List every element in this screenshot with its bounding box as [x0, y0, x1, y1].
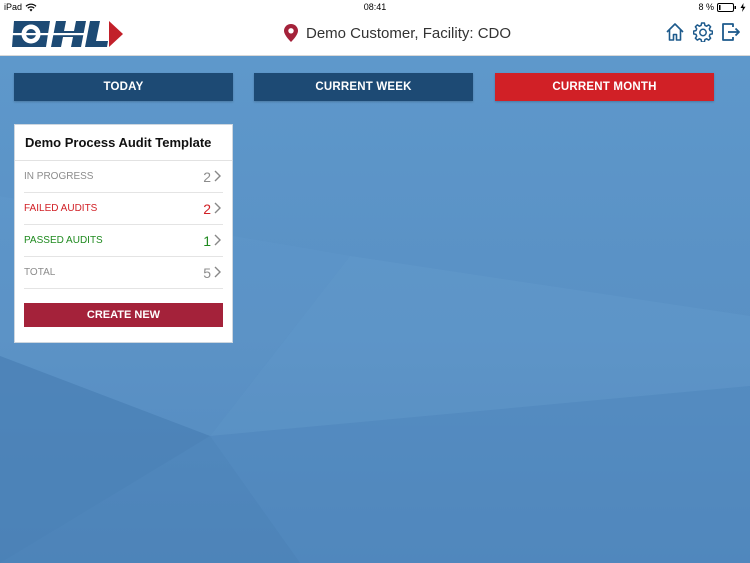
row-failed-audits[interactable]: FAILED AUDITS 2	[24, 193, 223, 225]
facility-location[interactable]: Demo Customer, Facility: CDO	[284, 24, 511, 42]
row-count: 2	[203, 200, 211, 217]
battery-icon	[717, 2, 736, 12]
row-count: 5	[203, 264, 211, 281]
row-in-progress[interactable]: IN PROGRESS 2	[24, 161, 223, 193]
tab-label: TODAY	[103, 81, 144, 93]
row-count: 1	[203, 232, 211, 249]
status-bar: iPad 08:41 8 %	[0, 0, 750, 14]
tab-current-week[interactable]: CURRENT WEEK	[254, 73, 473, 101]
tab-current-month[interactable]: CURRENT MONTH	[495, 73, 714, 101]
chevron-right-icon	[214, 266, 221, 278]
chevron-right-icon	[214, 170, 221, 182]
gear-icon	[693, 22, 713, 42]
audit-template-card: Demo Process Audit Template IN PROGRESS …	[14, 124, 233, 343]
charging-icon	[740, 2, 746, 12]
tab-today[interactable]: TODAY	[14, 73, 233, 101]
card-title: Demo Process Audit Template	[15, 125, 232, 161]
logout-icon	[722, 23, 740, 41]
app-header: Demo Customer, Facility: CDO	[0, 14, 750, 56]
home-icon	[666, 23, 684, 41]
location-text: Demo Customer, Facility: CDO	[306, 24, 512, 42]
row-label: FAILED AUDITS	[24, 203, 98, 214]
battery-percent: 8 %	[698, 2, 714, 12]
tab-label: CURRENT MONTH	[552, 81, 657, 93]
header-actions	[664, 20, 742, 44]
create-new-label: CREATE NEW	[86, 309, 161, 321]
chevron-right-icon	[214, 202, 221, 214]
status-time: 08:41	[363, 2, 387, 12]
settings-button[interactable]	[692, 20, 714, 44]
location-pin-icon	[284, 24, 298, 42]
home-button[interactable]	[664, 20, 686, 44]
chevron-right-icon	[214, 234, 221, 246]
row-label: PASSED AUDITS	[24, 235, 103, 246]
row-label: TOTAL	[24, 267, 56, 278]
create-new-button[interactable]: CREATE NEW	[24, 303, 223, 327]
tab-label: CURRENT WEEK	[315, 81, 412, 93]
period-tabs: TODAY CURRENT WEEK CURRENT MONTH	[0, 73, 750, 101]
row-label: IN PROGRESS	[24, 171, 94, 182]
logout-button[interactable]	[720, 20, 742, 44]
ohl-logo	[12, 21, 123, 47]
row-passed-audits[interactable]: PASSED AUDITS 1	[24, 225, 223, 257]
row-count: 2	[203, 168, 211, 185]
row-total[interactable]: TOTAL 5	[24, 257, 223, 289]
status-right: 8 %	[698, 2, 746, 12]
